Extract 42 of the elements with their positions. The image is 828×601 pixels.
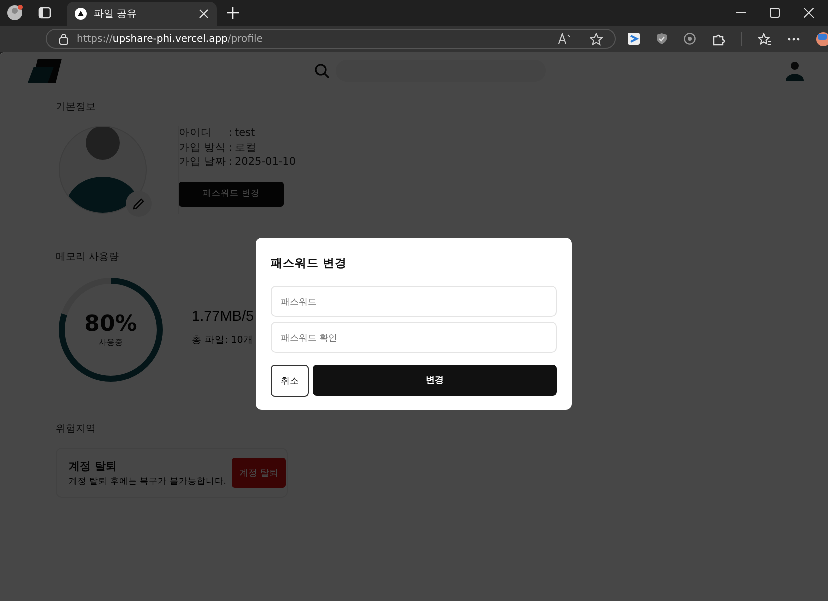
field-label: 가입 날짜: [179, 155, 228, 170]
shield-icon[interactable]: [656, 33, 668, 45]
dialog-title: 패스워드 변경: [271, 256, 348, 272]
star-icon[interactable]: [590, 32, 603, 46]
tab-actions-icon[interactable]: [38, 6, 52, 20]
extension-icon[interactable]: [628, 33, 640, 45]
puzzle-icon[interactable]: [712, 32, 725, 46]
delete-account-title: 계정 탈퇴: [69, 458, 118, 474]
address-bar[interactable]: https://upshare-phi.vercel.app/profile: [46, 29, 616, 49]
maximize-icon[interactable]: [770, 8, 780, 18]
storage-usage: 1.77MB/5: [192, 309, 254, 325]
section-heading: 기본정보: [56, 101, 96, 114]
profile-avatar-icon[interactable]: [7, 5, 23, 21]
usage-percent: 80%: [84, 312, 138, 336]
cancel-button[interactable]: 취소: [271, 365, 309, 397]
browser-tab[interactable]: 파일 공유: [67, 2, 217, 26]
usage-caption: 사용중: [99, 336, 123, 348]
section-heading: 위험지역: [56, 423, 96, 436]
field-value: test: [235, 126, 256, 140]
file-count: 총 파일: 10개: [192, 334, 254, 347]
close-icon[interactable]: [804, 8, 814, 18]
close-icon[interactable]: [199, 9, 209, 19]
site-favicon-icon: [75, 8, 87, 20]
colon-text: :: [229, 140, 234, 155]
field-label: 가입 방식: [179, 140, 228, 155]
url-text: https://upshare-phi.vercel.app/profile: [77, 34, 263, 44]
section-heading: 메모리 사용량: [56, 251, 120, 264]
more-icon[interactable]: [788, 38, 800, 40]
field-label: 아이디: [179, 126, 213, 140]
new-tab-icon[interactable]: [227, 7, 239, 19]
lock-icon: [59, 33, 69, 45]
favorites-icon[interactable]: [758, 32, 772, 46]
field-value: 로컬: [235, 140, 257, 155]
delete-account-description: 계정 탈퇴 후에는 복구가 불가능합니다.: [69, 476, 227, 488]
read-aloud-icon[interactable]: [558, 33, 572, 45]
password-field[interactable]: 패스워드 확인: [271, 322, 557, 353]
colon-text: :: [229, 126, 234, 140]
confirm-button[interactable]: 변경: [313, 365, 557, 396]
tab-title: 파일 공유: [94, 8, 138, 21]
colon-text: :: [229, 155, 234, 170]
field-value: 2025-01-10: [235, 155, 296, 170]
password-field[interactable]: 패스워드: [271, 286, 557, 317]
